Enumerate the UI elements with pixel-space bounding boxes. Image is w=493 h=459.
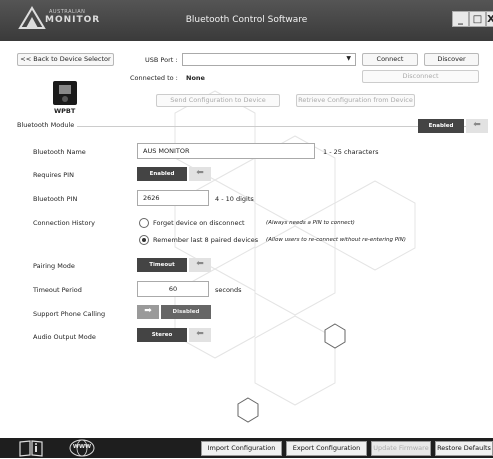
website-globe-icon[interactable]: WWW	[66, 439, 98, 457]
export-configuration-button[interactable]: Export Configuration	[286, 441, 367, 456]
requires-pin-toggle[interactable]: Enabled ⬅	[137, 167, 211, 181]
audio-output-mode-label: Audio Output Mode	[33, 333, 96, 341]
usb-port-label: USB Port :	[145, 56, 178, 64]
usb-port-select[interactable]: ▼	[182, 53, 356, 66]
pairing-mode-toggle[interactable]: Timeout ⬅	[137, 258, 211, 272]
pairing-mode-toggle-label: Timeout	[137, 258, 187, 272]
discover-button[interactable]: Discover	[424, 53, 479, 66]
connection-history-label: Connection History	[33, 219, 95, 227]
disconnect-button[interactable]: Disconnect	[362, 70, 479, 83]
connected-to-label: Connected to :	[130, 74, 178, 82]
module-enabled-toggle[interactable]: Enabled ⬅	[418, 119, 488, 133]
import-configuration-button[interactable]: Import Configuration	[201, 441, 282, 456]
device-image	[53, 81, 77, 105]
close-button[interactable]: X	[486, 11, 493, 27]
update-firmware-button[interactable]: Update Firmware	[371, 441, 431, 456]
connected-to-value: None	[186, 74, 205, 82]
restore-defaults-button[interactable]: Restore Defaults	[435, 441, 493, 456]
manual-book-icon[interactable]	[18, 439, 44, 457]
bluetooth-name-input[interactable]: AUS MONITOR	[137, 143, 315, 159]
connect-button[interactable]: Connect	[362, 53, 418, 66]
support-phone-calling-toggle-label: Disabled	[161, 305, 211, 319]
chevron-down-icon: ▼	[346, 55, 351, 62]
forget-device-option-label: Forget device on disconnect	[153, 219, 245, 227]
send-configuration-button[interactable]: Send Configuration to Device	[156, 94, 280, 107]
pairing-mode-label: Pairing Mode	[33, 262, 75, 270]
bluetooth-name-hint: 1 - 25 characters	[323, 148, 379, 156]
requires-pin-label: Requires PIN	[33, 171, 74, 179]
arrow-left-icon: ⬅	[189, 328, 211, 342]
website-globe-text: WWW	[72, 444, 92, 450]
support-phone-calling-label: Support Phone Calling	[33, 310, 106, 318]
remember-devices-note: (Allow users to re-connect without re-en…	[266, 237, 406, 243]
bluetooth-pin-hint: 4 - 10 digits	[215, 195, 254, 203]
timeout-period-label: Timeout Period	[33, 286, 82, 294]
support-phone-calling-toggle[interactable]: ➡ Disabled	[137, 305, 211, 319]
minimize-button[interactable]: _	[452, 11, 469, 27]
device-screen	[59, 85, 71, 94]
bluetooth-name-label: Bluetooth Name	[33, 148, 86, 156]
forget-device-note: (Always needs a PIN to connect)	[266, 220, 355, 226]
bluetooth-pin-input[interactable]: 2626	[137, 190, 209, 206]
remember-devices-radio[interactable]	[139, 235, 149, 245]
bluetooth-module-title: Bluetooth Module	[17, 121, 78, 129]
module-enabled-label: Enabled	[418, 119, 464, 133]
timeout-period-unit: seconds	[215, 286, 242, 294]
forget-device-radio[interactable]	[139, 218, 149, 228]
window-title: Bluetooth Control Software	[185, 15, 308, 25]
audio-output-mode-toggle-label: Stereo	[137, 328, 187, 342]
timeout-period-input[interactable]: 60	[137, 281, 209, 297]
maximize-button[interactable]: □	[469, 11, 486, 27]
retrieve-configuration-button[interactable]: Retrieve Configuration from Device	[296, 94, 415, 107]
remember-devices-option-label: Remember last 8 paired devices	[153, 236, 259, 244]
arrow-right-icon: ➡	[137, 305, 159, 319]
device-knob	[62, 96, 68, 102]
arrow-left-icon: ⬅	[189, 167, 211, 181]
arrow-left-icon: ⬅	[189, 258, 211, 272]
requires-pin-toggle-label: Enabled	[137, 167, 187, 181]
bluetooth-pin-label: Bluetooth PIN	[33, 195, 78, 203]
title-bar: AUSTRALIAN MONITOR Bluetooth Control Sof…	[0, 0, 493, 41]
arrow-left-icon: ⬅	[466, 119, 488, 133]
device-name-label: WPBT	[54, 107, 76, 115]
back-to-device-selector-button[interactable]: << Back to Device Selector	[17, 53, 114, 66]
audio-output-mode-toggle[interactable]: Stereo ⬅	[137, 328, 211, 342]
